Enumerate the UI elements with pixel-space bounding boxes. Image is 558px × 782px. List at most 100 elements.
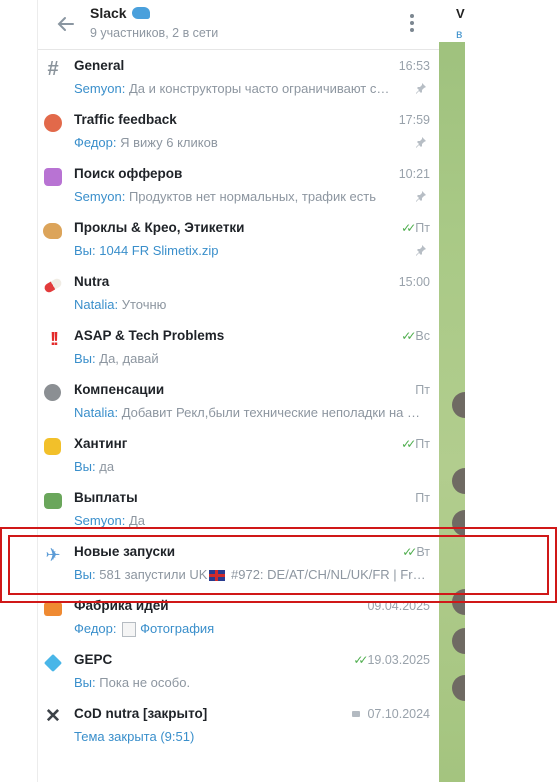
topic-name: Хантинг (74, 436, 128, 451)
topic-time-text: Пт (415, 491, 430, 505)
topic-time: ✓✓ Пт (401, 437, 430, 451)
back-arrow-icon[interactable] (54, 12, 78, 36)
message-sender: Semyon: (74, 189, 126, 204)
more-menu-icon[interactable] (410, 14, 416, 34)
topic-time-text: Пт (415, 437, 430, 451)
topic-name: GEPC (74, 652, 113, 667)
read-checkmark-icon: ✓✓ (401, 437, 416, 451)
message-sender: Semyon: (74, 81, 126, 96)
topic-list-panel: Slack 9 участников, 2 в сети # General 16:… (37, 0, 440, 782)
topic-time: ✓✓ Пт (401, 221, 430, 235)
topic-name: Проклы & Крео, Этикетки (74, 220, 245, 235)
group-subtitle: 9 участников, 2 в сети (90, 26, 219, 40)
topic-time: 15:00 (399, 275, 430, 289)
topic-preview: Semyon: Да (74, 513, 429, 528)
topic-preview: Natalia: Уточню (74, 297, 429, 312)
message-sender: Вы: (74, 459, 96, 474)
message-text: Пока не особо. (99, 675, 191, 690)
message-sender: Вы: (74, 675, 96, 690)
topic-row[interactable]: Проклы & Крео, Этикетки ✓✓ Пт Вы: 1044 FR S… (38, 212, 439, 266)
topic-preview: Федор: Я вижу 6 кликов (74, 135, 429, 150)
document-icon (122, 622, 137, 638)
topic-time: 16:53 (399, 59, 430, 73)
gem-icon (42, 652, 64, 674)
message-sender: Natalia: (74, 297, 119, 312)
topic-time-text: Вс (415, 329, 430, 343)
topic-time: Пт (415, 491, 430, 505)
topic-name: CoD nutra [закрыто] (74, 706, 208, 721)
topic-name: Поиск офферов (74, 166, 183, 181)
message-text: Фотография (140, 621, 215, 636)
pin-icon (415, 190, 427, 202)
topic-preview: Федор: Фотография (74, 621, 429, 638)
message-text: да (99, 459, 115, 474)
message-text: Тема закрыта (9:51) (74, 729, 195, 744)
topic-name: General (74, 58, 125, 73)
lock-icon (352, 711, 361, 717)
message-text: Я вижу 6 кликов (120, 135, 218, 150)
pin-icon (415, 136, 427, 148)
pin-icon (415, 82, 427, 94)
topic-time-text: 15:00 (398, 275, 430, 289)
topic-row[interactable]: Хантинг ✓✓ Пт Вы: да (38, 428, 439, 482)
message-text: 1044 FR Slimetix.zip (99, 243, 219, 258)
topic-preview: Вы: Да, давай (74, 351, 429, 366)
topic-row[interactable]: !! ASAP & Tech Problems ✓✓ Вс Вы: Да, давай (38, 320, 439, 374)
message-sender: Вы: (74, 243, 96, 258)
topic-time-text: 17:59 (398, 113, 430, 127)
topic-row[interactable]: # General 16:53 Semyon: Да и конструкторы ч… (38, 50, 439, 104)
message-sender: Федор: (74, 135, 117, 150)
topic-name: Traffic feedback (74, 112, 177, 127)
message-text: Да, давай (99, 351, 159, 366)
topic-time: ✓✓ Вс (401, 329, 430, 343)
group-title-text: Slack (90, 5, 127, 21)
topic-time-text: 07.10.2024 (367, 707, 430, 721)
topic-time-text: 19.03.2025 (367, 653, 430, 667)
panel-header: Slack 9 участников, 2 в сети (38, 0, 439, 50)
topic-time-text: Пт (415, 383, 430, 397)
palette-icon (42, 220, 64, 242)
topic-name: Компенсации (74, 382, 165, 397)
message-text: Добавит Рекл,были технические неполадки … (121, 405, 420, 420)
topic-time: 10:21 (399, 167, 430, 181)
message-text: Да и конструкторы часто ограничивают с… (128, 81, 390, 96)
message-sender: Natalia: (74, 405, 119, 420)
read-checkmark-icon: ✓✓ (353, 653, 368, 667)
topic-preview: Semyon: Продуктов нет нормальных, трафик… (74, 189, 429, 204)
unicorn-icon (42, 166, 64, 188)
whale-icon (131, 7, 150, 20)
topic-list: # General 16:53 Semyon: Да и конструкторы ч… (38, 50, 439, 752)
waving-hand-icon (42, 436, 64, 458)
topic-row[interactable]: ✕ CoD nutra [закрыто] 07.10.2024 Тема закры… (38, 698, 439, 752)
x-icon: ✕ (45, 706, 61, 727)
hash-icon: # (47, 58, 59, 80)
topic-preview: Natalia: Добавит Рекл,были технические н… (74, 405, 429, 420)
topic-name: ASAP & Tech Problems (74, 328, 225, 343)
topic-row[interactable]: Nutra 15:00 Natalia: Уточню (38, 266, 439, 320)
chat-subtitle: в (456, 27, 463, 41)
highlight-box-inner (8, 535, 549, 595)
read-checkmark-icon: ✓✓ (401, 221, 416, 235)
topic-time: Пт (415, 383, 430, 397)
topic-time: 17:59 (399, 113, 430, 127)
chat-background (439, 0, 465, 782)
group-title: Slack (90, 5, 150, 21)
topic-preview: Тема закрыта (9:51) (74, 729, 429, 744)
message-sender: Федор: (74, 621, 117, 636)
topic-time-text: Пт (415, 221, 430, 235)
topic-row[interactable]: GEPC ✓✓ 19.03.2025 Вы: Пока не особо. (38, 644, 439, 698)
message-sender: Вы: (74, 351, 96, 366)
topic-name: Выплаты (74, 490, 138, 505)
topic-time-text: 10:21 (398, 167, 430, 181)
topic-name: Nutra (74, 274, 110, 289)
topic-preview: Вы: Пока не особо. (74, 675, 429, 690)
message-text: Уточню (121, 297, 167, 312)
chat-title: V (456, 6, 465, 21)
pin-icon (415, 244, 427, 256)
topic-row[interactable]: Поиск офферов 10:21 Semyon: Продуктов нет … (38, 158, 439, 212)
topic-row[interactable]: Traffic feedback 17:59 Федор: Я вижу 6 кли… (38, 104, 439, 158)
window-gutter (0, 0, 37, 782)
topic-preview: Semyon: Да и конструкторы часто ограничи… (74, 81, 429, 96)
topic-row[interactable]: Компенсации Пт Natalia: Добавит Рекл,были … (38, 374, 439, 428)
topic-time-text: 16:53 (398, 59, 430, 73)
